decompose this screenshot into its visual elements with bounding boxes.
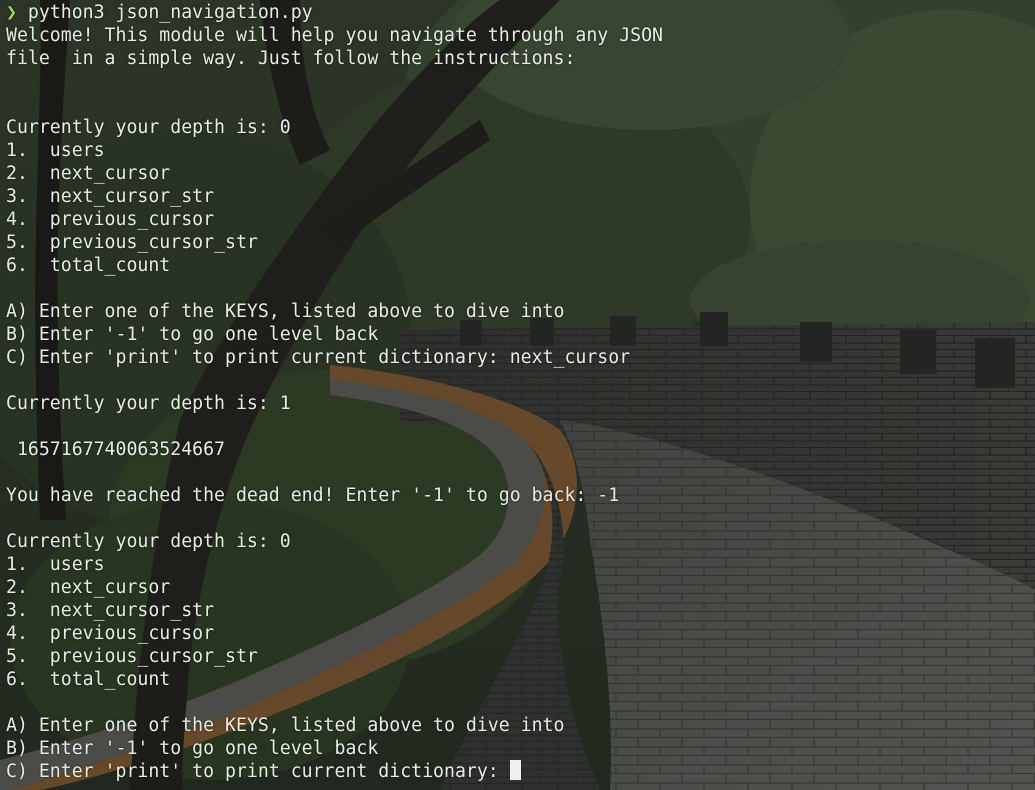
output-line: B) Enter '-1' to go one level back	[6, 738, 379, 759]
output-line: 4. previous_cursor	[6, 209, 215, 230]
output-line: file in a simple way. Just follow the in…	[6, 48, 576, 69]
output-line: 3. next_cursor_str	[6, 186, 215, 207]
output-line: A) Enter one of the KEYS, listed above t…	[6, 715, 565, 736]
command-text: python3 json_navigation.py	[27, 2, 313, 23]
terminal-window[interactable]: ❯ python3 json_navigation.py Welcome! Thi…	[0, 0, 1035, 790]
output-line: 4. previous_cursor	[6, 623, 215, 644]
output-line: 2. next_cursor	[6, 577, 171, 598]
input-line[interactable]: C) Enter 'print' to print current dictio…	[6, 760, 663, 783]
command-line: ❯ python3 json_navigation.py	[6, 1, 663, 24]
block-cursor-icon[interactable]	[509, 760, 521, 780]
terminal-output[interactable]: ❯ python3 json_navigation.py Welcome! Thi…	[6, 1, 663, 783]
output-line: A) Enter one of the KEYS, listed above t…	[6, 301, 565, 322]
output-line: 3. next_cursor_str	[6, 600, 215, 621]
output-line: 1. users	[6, 554, 105, 575]
output-line: You have reached the dead end! Enter '-1…	[6, 485, 620, 506]
output-line: 5. previous_cursor_str	[6, 232, 258, 253]
output-line: 6. total_count	[6, 255, 171, 276]
output-line: 6. total_count	[6, 669, 171, 690]
prompt-arrow-icon: ❯	[6, 2, 17, 23]
output-line: 2. next_cursor	[6, 163, 171, 184]
output-line: 1. users	[6, 140, 105, 161]
output-line: B) Enter '-1' to go one level back	[6, 324, 379, 345]
output-line: 5. previous_cursor_str	[6, 646, 258, 667]
output-line: Currently your depth is: 0	[6, 531, 291, 552]
output-line: Welcome! This module will help you navig…	[6, 25, 663, 46]
input-prompt-text: C) Enter 'print' to print current dictio…	[6, 761, 510, 782]
output-line: 1657167740063524667	[6, 439, 225, 460]
output-line: Currently your depth is: 1	[6, 393, 291, 414]
output-line: Currently your depth is: 0	[6, 117, 291, 138]
output-line: C) Enter 'print' to print current dictio…	[6, 347, 631, 368]
